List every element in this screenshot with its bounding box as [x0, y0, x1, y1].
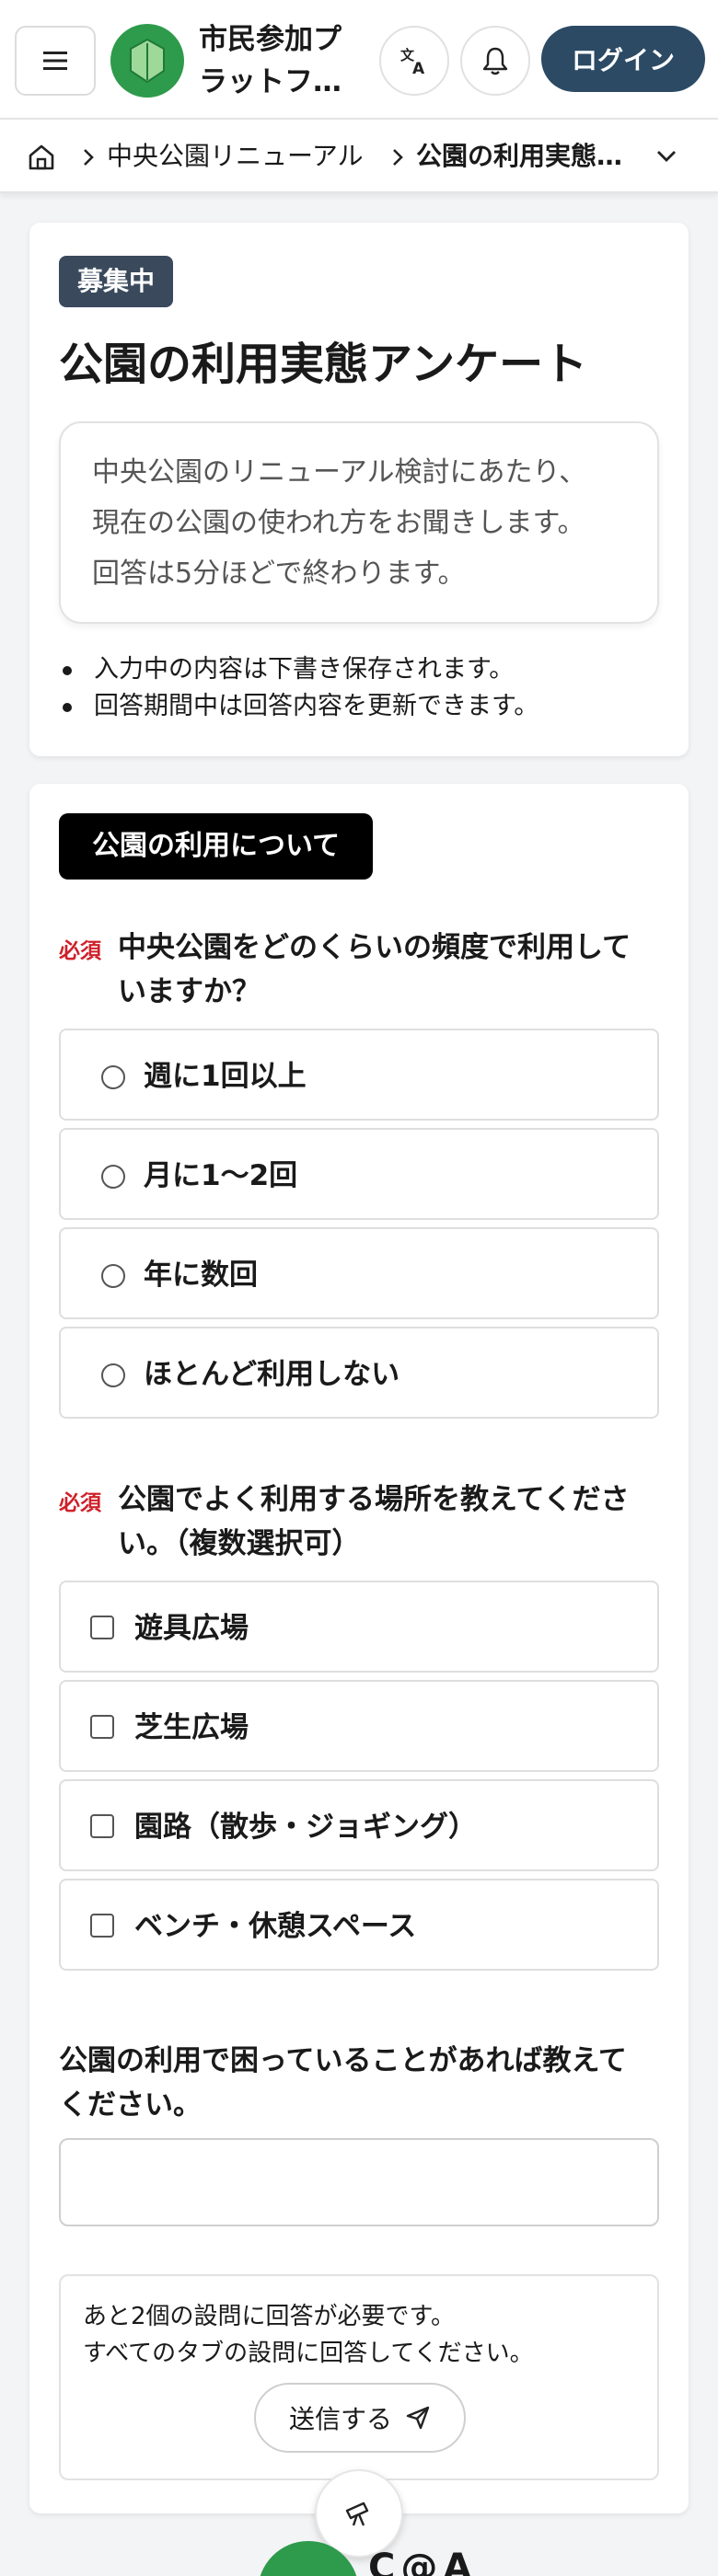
question-heading: 必須 中央公園をどのくらいの頻度で利用して いますか？	[59, 926, 659, 1014]
option-label: 年に数回	[144, 1259, 258, 1292]
description-line: 現在の公園の使われ方をお聞きします。	[92, 507, 585, 539]
note-item: 回答期間中は回答内容を更新できます。	[59, 688, 666, 725]
breadcrumb-parent[interactable]: 中央公園リニューアル	[107, 138, 364, 175]
checkbox-option[interactable]: 園路（散歩・ジョギング）	[59, 1779, 659, 1871]
question-heading: 必須 公園でよく利用する場所を教えてくださ い。（複数選択可）	[59, 1478, 659, 1566]
question-text-line: 公園の利用で困っていることがあれば教えて	[59, 2044, 627, 2077]
svg-text:A: A	[412, 60, 425, 76]
footer-brand-text: C@A	[368, 2547, 478, 2576]
remaining-message: すべてのタブの設問に回答してください。	[83, 2340, 534, 2367]
question-text-line: 公園でよく利用する場所を教えてくださ	[118, 1483, 630, 1516]
breadcrumb: 中央公園リニューアル 公園の利用実態アンケート	[0, 118, 718, 193]
question-text-line: ください。	[59, 2088, 202, 2122]
frequency-options: 週に1回以上 月に1〜2回 年に数回 ほとんど利用しない	[59, 1029, 659, 1430]
question-text-line: 中央公園をどのくらいの頻度で利用して	[118, 931, 631, 964]
required-badge: 必須	[59, 1491, 101, 1515]
chevron-right-icon	[84, 149, 94, 166]
survey-intro-card: 募集中 公園の利用実態アンケート 中央公園のリニューアル検討にあたり、 現在の公…	[29, 223, 689, 756]
radio-button[interactable]	[101, 1363, 125, 1387]
remaining-message: あと2個の設問に回答が必要です。	[83, 2303, 455, 2330]
leaf-logo-icon	[130, 38, 165, 84]
problems-input[interactable]	[59, 2138, 659, 2226]
radio-button[interactable]	[101, 1065, 125, 1089]
translate-icon: 文 A	[400, 47, 425, 76]
submit-button[interactable]: 送信する	[254, 2383, 466, 2453]
question-places: 必須 公園でよく利用する場所を教えてくださ い。（複数選択可）	[59, 1478, 659, 1566]
option-label: 遊具広場	[134, 1612, 249, 1645]
checkbox-option[interactable]: 遊具広場	[59, 1581, 659, 1673]
places-options: 遊具広場 芝生広場 園路（散歩・ジョギング） ベンチ・休憩スペース	[59, 1581, 659, 1982]
checkbox[interactable]	[90, 1914, 114, 1938]
language-button[interactable]: 文 A	[379, 26, 449, 96]
hamburger-icon	[43, 52, 67, 70]
breadcrumb-current: 公園の利用実態アンケート	[416, 141, 630, 171]
telescope-icon	[345, 2501, 369, 2526]
question-text-line: いますか？	[118, 975, 261, 1008]
home-icon[interactable]	[26, 142, 57, 173]
description-line: 中央公園のリニューアル検討にあたり、	[92, 456, 587, 489]
chevron-right-icon	[393, 149, 403, 166]
menu-button[interactable]	[15, 26, 96, 96]
status-badge: 募集中	[59, 256, 174, 307]
bell-icon	[482, 47, 508, 75]
checkbox-option[interactable]: ベンチ・休憩スペース	[59, 1879, 659, 1971]
brand-name[interactable]: 市民参加プラットフォーム	[199, 18, 368, 103]
survey-form-card: 公園の利用について 必須 中央公園をどのくらいの頻度で利用して いますか？ 週に…	[29, 784, 689, 2513]
radio-option[interactable]: 週に1回以上	[59, 1029, 659, 1121]
required-badge: 必須	[59, 939, 101, 963]
radio-button[interactable]	[101, 1264, 125, 1288]
radio-option[interactable]: ほとんど利用しない	[59, 1327, 659, 1419]
checkbox[interactable]	[90, 1715, 114, 1739]
radio-button[interactable]	[101, 1165, 125, 1189]
radio-option[interactable]: 月に1〜2回	[59, 1128, 659, 1220]
login-button[interactable]: ログイン	[541, 26, 705, 92]
site-header: 市民参加プラットフォーム 文 A ログイン	[0, 0, 718, 118]
notification-button[interactable]	[460, 26, 530, 96]
paper-plane-icon	[406, 2406, 430, 2430]
option-label: 週に1回以上	[144, 1060, 307, 1093]
chevron-down-icon[interactable]	[650, 140, 683, 173]
radio-option[interactable]: 年に数回	[59, 1227, 659, 1319]
page-title: 公園の利用実態アンケート	[59, 339, 588, 390]
submit-button-label: 送信する	[288, 2404, 392, 2434]
question-text-line: い。（複数選択可）	[118, 1527, 361, 1560]
option-label: 園路（散歩・ジョギング）	[134, 1811, 477, 1844]
checkbox[interactable]	[90, 1616, 114, 1639]
description-box: 中央公園のリニューアル検討にあたり、 現在の公園の使われ方をお聞きします。 回答…	[59, 421, 659, 624]
question-problems: 公園の利用で困っていることがあれば教えて ください。	[59, 2039, 659, 2127]
option-label: 月に1〜2回	[144, 1159, 298, 1192]
note-item: 入力中の内容は下書き保存されます。	[59, 651, 666, 688]
notes-list: 入力中の内容は下書き保存されます。 回答期間中は回答内容を更新できます。	[59, 651, 666, 725]
submit-panel: あと2個の設問に回答が必要です。 すべてのタブの設問に回答してください。 送信す…	[59, 2274, 659, 2480]
option-label: ほとんど利用しない	[144, 1358, 400, 1391]
checkbox[interactable]	[90, 1814, 114, 1838]
checkbox-option[interactable]: 芝生広場	[59, 1680, 659, 1772]
option-label: 芝生広場	[134, 1711, 249, 1744]
brand-logo[interactable]	[110, 24, 184, 98]
description-line: 回答は5分ほどで終わります。	[92, 558, 466, 590]
option-label: ベンチ・休憩スペース	[134, 1910, 417, 1943]
question-frequency: 必須 中央公園をどのくらいの頻度で利用して いますか？	[59, 926, 659, 1014]
tab-park-usage[interactable]: 公園の利用について	[59, 813, 374, 880]
